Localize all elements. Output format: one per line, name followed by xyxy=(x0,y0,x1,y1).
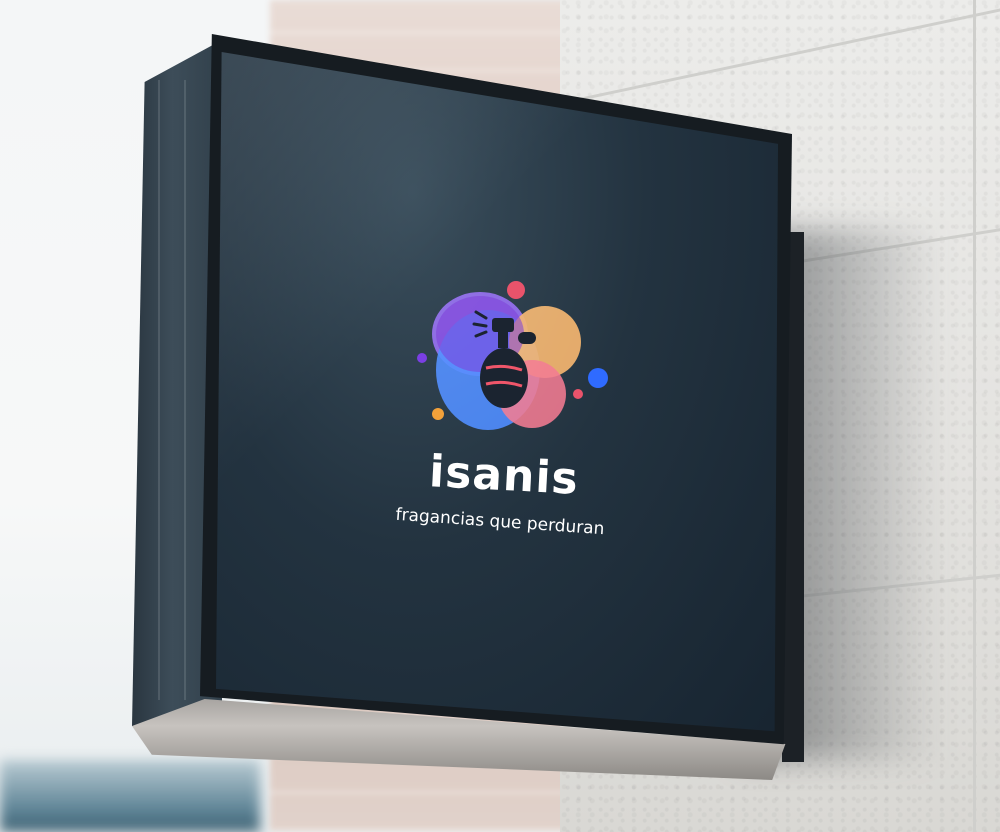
perfume-bottle-icon xyxy=(417,281,608,430)
sign-side-edge xyxy=(158,80,160,700)
photo-scene: isanis fragancias que perduran xyxy=(0,0,1000,832)
sign-side-edge xyxy=(184,80,186,700)
wall-joint xyxy=(560,8,1000,105)
distant-sea xyxy=(0,760,260,832)
wall-joint xyxy=(973,0,976,832)
